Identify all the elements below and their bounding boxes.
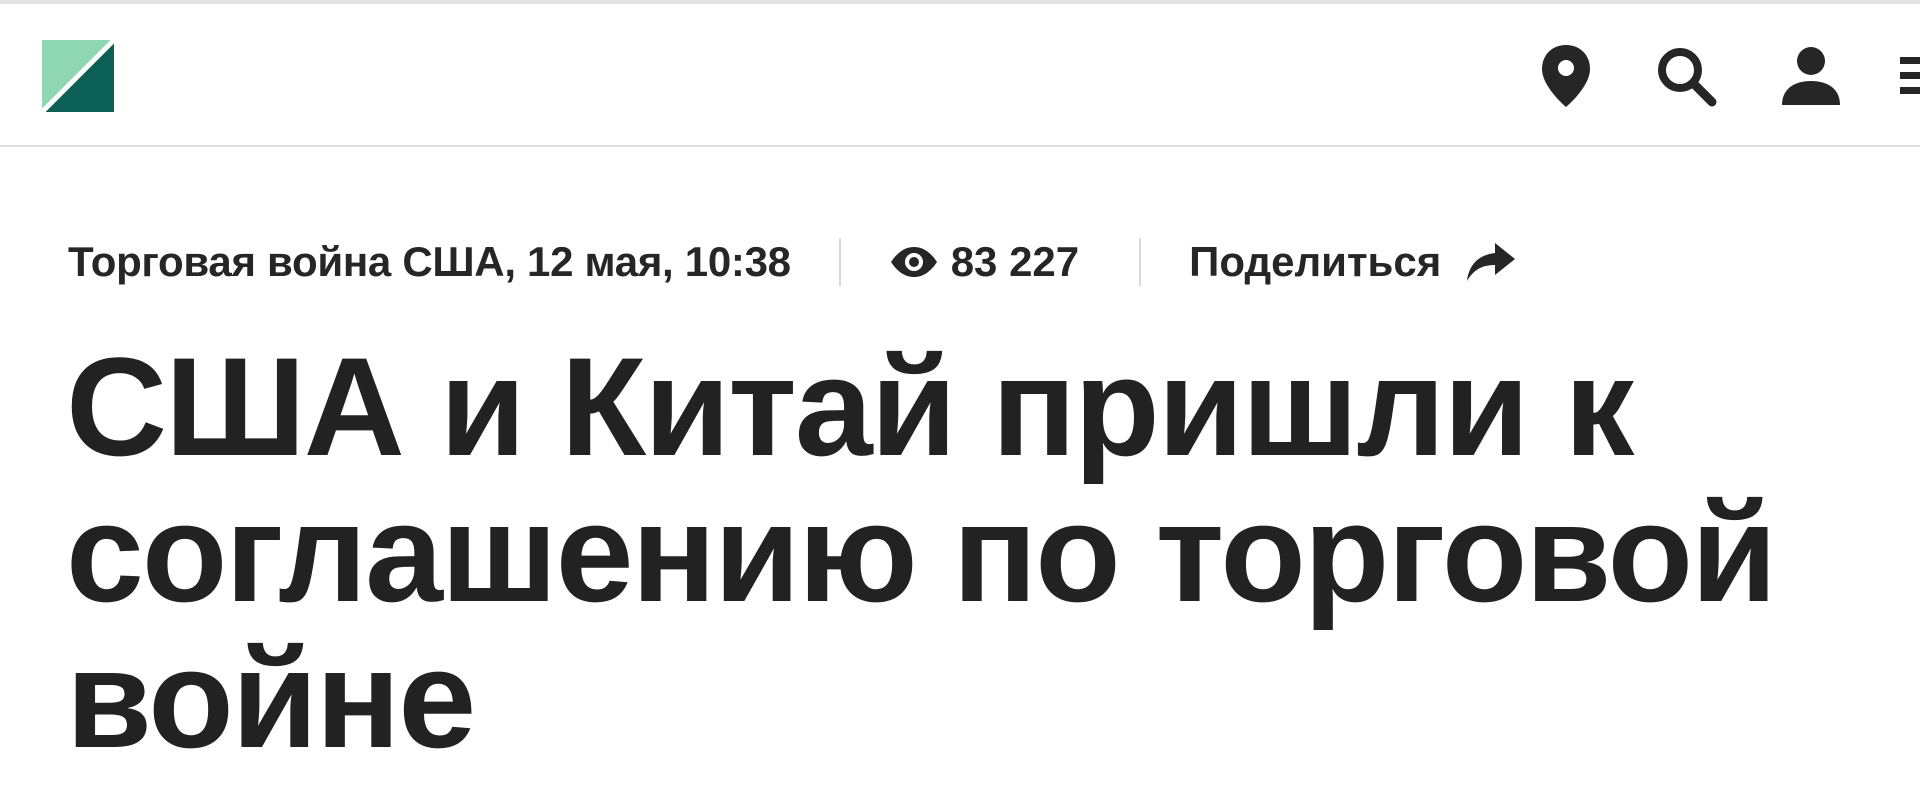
user-icon[interactable] <box>1778 40 1844 112</box>
location-pin-icon[interactable] <box>1534 40 1598 112</box>
article-headline: США и Китай пришли к соглашению по торго… <box>66 328 1777 777</box>
meta-divider <box>838 238 841 286</box>
menu-icon[interactable] <box>1900 40 1920 112</box>
view-counter: 83 227 <box>889 238 1079 286</box>
view-count: 83 227 <box>950 238 1080 285</box>
meta-divider <box>1139 238 1142 286</box>
eye-icon <box>890 247 937 277</box>
rubric-and-date[interactable]: Торговая война США, 12 мая, 10:38 <box>68 238 791 286</box>
share-button[interactable]: Поделиться <box>1189 238 1517 286</box>
share-arrow-icon <box>1467 243 1516 281</box>
share-label: Поделиться <box>1189 238 1442 285</box>
brand-logo-icon[interactable] <box>40 38 116 114</box>
search-icon[interactable] <box>1652 40 1720 112</box>
site-header <box>0 4 1920 147</box>
article-meta: Торговая война США, 12 мая, 10:38 83 227… <box>68 232 1517 292</box>
